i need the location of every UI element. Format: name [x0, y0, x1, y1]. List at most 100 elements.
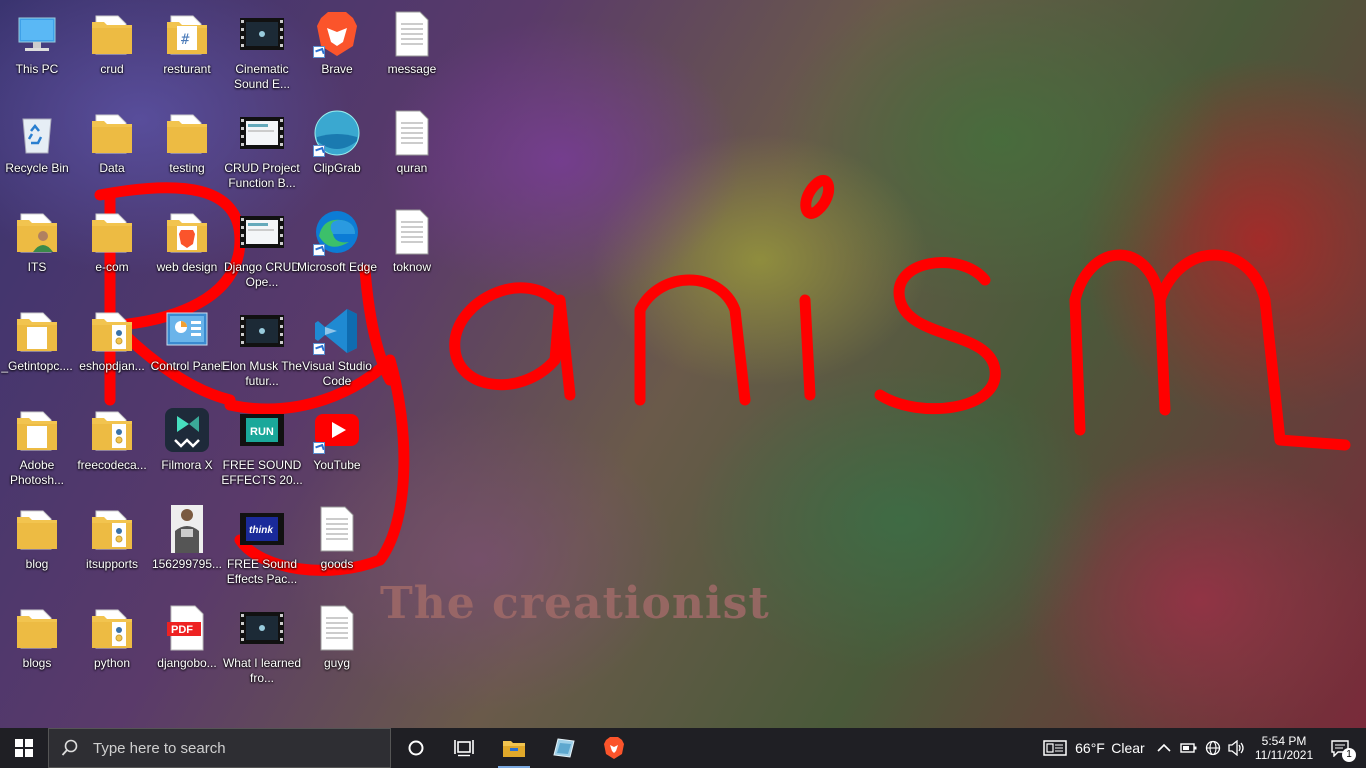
- taskbar-search-box[interactable]: [48, 728, 391, 768]
- desktop-icon-label: 156299795...: [151, 557, 223, 571]
- desktop-icon-goods[interactable]: goods: [299, 499, 375, 595]
- cortana-circle-icon: [408, 740, 424, 756]
- desktop-icon-label: Brave: [321, 62, 353, 76]
- search-icon: [61, 739, 78, 756]
- wallpaper-caption: The creationist: [380, 578, 770, 629]
- desktop-icon-toknow[interactable]: toknow: [374, 202, 450, 298]
- desktop-icon-message[interactable]: message: [374, 4, 450, 100]
- desktop-icon-label: What I learned fro...: [222, 656, 302, 685]
- brave-icon: [604, 737, 624, 759]
- desktop-icon-this-pc[interactable]: This PC: [0, 4, 75, 100]
- desktop-icon-djangobook[interactable]: PDF djangobo...: [149, 598, 225, 694]
- show-hidden-icons-button[interactable]: [1154, 728, 1174, 768]
- desktop-icon-itsupports[interactable]: itsupports: [74, 499, 150, 595]
- edge-icon: [313, 208, 361, 256]
- svg-text:PDF: PDF: [171, 624, 193, 636]
- shortcut-arrow-icon: [313, 145, 325, 157]
- pc-icon: [13, 10, 61, 58]
- desktop-icon-label: FREE Sound Effects Pac...: [226, 557, 298, 586]
- task-view-button[interactable]: [442, 728, 486, 768]
- clock-date: 11/11/2021: [1254, 748, 1314, 762]
- desktop-icon-label: quran: [396, 161, 428, 175]
- desktop-icon-quran[interactable]: quran: [374, 103, 450, 199]
- windows-logo-icon: [15, 739, 33, 757]
- desktop-icon-testing[interactable]: testing: [149, 103, 225, 199]
- volume-button[interactable]: [1226, 728, 1248, 768]
- file-explorer-icon: [503, 741, 525, 757]
- desktop-icon-django-crud[interactable]: Django CRUD Ope...: [224, 202, 300, 298]
- desktop-icon-image-1562[interactable]: 156299795...: [149, 499, 225, 595]
- desktop-icon-clipgrab[interactable]: ClipGrab: [299, 103, 375, 199]
- desktop-icon-recycle-bin[interactable]: Recycle Bin: [0, 103, 75, 199]
- desktop-icon-eshopdjango[interactable]: eshopdjan...: [74, 301, 150, 397]
- desktop-icon-microsoft-edge[interactable]: Microsoft Edge: [297, 202, 377, 298]
- desktop-icon-vscode[interactable]: Visual Studio Code: [299, 301, 375, 397]
- cortana-button[interactable]: [396, 728, 436, 768]
- desktop-icon-label: ClipGrab: [313, 161, 361, 175]
- folder-py-icon: [88, 406, 136, 454]
- desktop-icon-label: _Getintopc....: [1, 359, 73, 373]
- desktop-icon-youtube[interactable]: YouTube: [299, 400, 375, 496]
- desktop-icon-resturant[interactable]: # resturant: [149, 4, 225, 100]
- vscode-icon: [313, 307, 361, 355]
- desktop-icon-label: eshopdjan...: [79, 359, 145, 373]
- desktop-icon-blog[interactable]: blog: [0, 499, 75, 595]
- weather-temperature[interactable]: 66°F: [1074, 728, 1106, 768]
- desktop-icon-label: Visual Studio Code: [302, 359, 372, 388]
- svg-text:think: think: [249, 525, 273, 536]
- video-think-icon: think: [238, 505, 286, 553]
- desktop-icon-cinematic-sound[interactable]: Cinematic Sound E...: [224, 4, 300, 100]
- battery-button[interactable]: [1178, 728, 1200, 768]
- desktop-icon-label: Cinematic Sound E...: [233, 62, 291, 91]
- action-center-button[interactable]: 1: [1320, 728, 1360, 768]
- desktop-icon-web-design[interactable]: web design: [149, 202, 225, 298]
- taskbar-brave[interactable]: [592, 728, 636, 768]
- desktop-icon-e-com[interactable]: e-com: [74, 202, 150, 298]
- desktop-icon-label: blog: [25, 557, 49, 571]
- folder-py-icon: [88, 604, 136, 652]
- search-input[interactable]: [91, 738, 355, 758]
- desktop-icon-elon-musk[interactable]: Elon Musk The futur...: [222, 301, 302, 397]
- desktop-icon-data[interactable]: Data: [74, 103, 150, 199]
- taskbar: 66°F Clear 5:54 PM 11/11/2021 1: [0, 728, 1366, 768]
- desktop-icon-control-panel[interactable]: Control Panel: [149, 301, 225, 397]
- desktop-icon-free-sound-effects-pack[interactable]: think FREE Sound Effects Pac...: [224, 499, 300, 595]
- desktop-icon-crud-project[interactable]: CRUD Project Function B...: [224, 103, 300, 199]
- desktop-icon-filmora-x[interactable]: Filmora X: [149, 400, 225, 496]
- desktop-icon-freecodecamp[interactable]: freecodeca...: [74, 400, 150, 496]
- desktop-icon-label: Filmora X: [161, 458, 213, 472]
- folder-py-icon: [88, 307, 136, 355]
- taskbar-tablet-app[interactable]: [542, 728, 586, 768]
- desktop-icon-label: resturant: [163, 62, 211, 76]
- clipgrab-icon: [313, 109, 361, 157]
- desktop-icon-free-sound-effects-20[interactable]: RUN FREE SOUND EFFECTS 20...: [221, 400, 303, 496]
- desktop-icon-label: djangobo...: [157, 656, 217, 670]
- desktop-icon-its[interactable]: ITS: [0, 202, 75, 298]
- news-weather-icon: [1043, 740, 1067, 756]
- desktop-icon-blogs[interactable]: blogs: [0, 598, 75, 694]
- video-icon: [238, 307, 286, 355]
- start-button[interactable]: [0, 728, 48, 768]
- desktop-icon-python[interactable]: python: [74, 598, 150, 694]
- weather-condition[interactable]: Clear: [1110, 728, 1146, 768]
- desktop-icon-label: FREE SOUND EFFECTS 20...: [221, 458, 303, 487]
- taskbar-file-explorer[interactable]: [492, 728, 536, 768]
- weather-widget[interactable]: [1040, 728, 1070, 768]
- folder-py-icon: [88, 505, 136, 553]
- clock-button[interactable]: 5:54 PM 11/11/2021: [1250, 731, 1318, 765]
- youtube-icon: [313, 406, 361, 454]
- video-light-icon: [238, 109, 286, 157]
- desktop-icon-crud[interactable]: crud: [74, 4, 150, 100]
- folder-doc-icon: [13, 406, 61, 454]
- video-icon: [238, 604, 286, 652]
- desktop-icon-adobe-photoshop[interactable]: Adobe Photosh...: [0, 400, 75, 496]
- task-view-icon: [454, 740, 474, 757]
- folder-brave-icon: [163, 208, 211, 256]
- desktop-icon-label: YouTube: [313, 458, 361, 472]
- desktop-icon-brave[interactable]: Brave: [299, 4, 375, 100]
- desktop-icon-getintopc[interactable]: _Getintopc....: [0, 301, 75, 397]
- network-button[interactable]: [1202, 728, 1224, 768]
- desktop-icon-guyg[interactable]: guyg: [299, 598, 375, 694]
- brave-icon: [313, 10, 361, 58]
- desktop-icon-what-i-learned[interactable]: What I learned fro...: [223, 598, 301, 694]
